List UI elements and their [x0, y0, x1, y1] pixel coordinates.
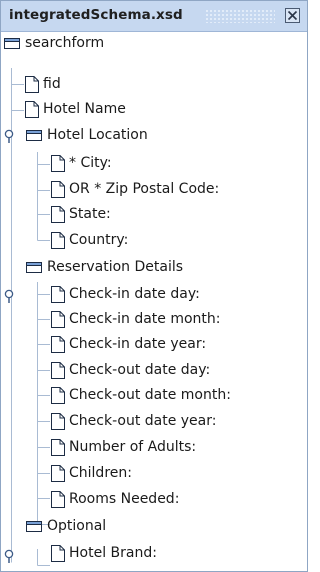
- tree-node-label: OR * Zip Postal Code:: [69, 181, 220, 197]
- file-icon: [51, 205, 65, 223]
- tree-node-state[interactable]: State:: [51, 202, 111, 226]
- tree-node-label: Check-in date year:: [69, 336, 207, 352]
- tree-node-label: Rooms Needed:: [69, 491, 180, 507]
- file-icon: [51, 490, 65, 508]
- folder-icon: [26, 262, 42, 273]
- tree-node-checkin-year[interactable]: Check-in date year:: [51, 332, 206, 356]
- schema-tree-window: integratedSchema.xsd searchform fid Hote…: [0, 0, 308, 572]
- expanded-handle-icon[interactable]: [3, 549, 19, 565]
- folder-icon: [4, 38, 20, 49]
- title-bar[interactable]: integratedSchema.xsd: [1, 1, 307, 32]
- tree-node-label: Check-in date month:: [69, 311, 221, 327]
- tree-node-optional[interactable]: Optional: [26, 514, 106, 538]
- tree-node-checkout-month[interactable]: Check-out date month:: [51, 383, 231, 407]
- file-icon: [51, 154, 65, 172]
- tree-node-label: Check-out date day:: [69, 362, 211, 378]
- file-icon: [51, 386, 65, 404]
- tree-node-hotel-location[interactable]: Hotel Location: [26, 123, 148, 147]
- file-icon: [25, 100, 39, 118]
- close-button[interactable]: [285, 8, 300, 23]
- tree-node-checkin-month[interactable]: Check-in date month:: [51, 307, 221, 331]
- tree-node-label: Check-out date month:: [69, 387, 231, 403]
- file-icon: [51, 544, 65, 562]
- tree-node-checkout-day[interactable]: Check-out date day:: [51, 358, 210, 382]
- tree-node-zip-postal-code[interactable]: OR * Zip Postal Code:: [51, 177, 219, 201]
- folder-icon: [26, 521, 42, 532]
- tree-node-label: Country:: [69, 232, 129, 248]
- tree-node-label: Hotel Brand:: [69, 545, 157, 561]
- drag-grip[interactable]: [205, 9, 275, 23]
- tree-node-label: Check-in date day:: [69, 286, 200, 302]
- tree-node-fid[interactable]: fid: [25, 72, 61, 96]
- tree-node-root[interactable]: searchform: [4, 31, 104, 55]
- tree-node-checkout-year[interactable]: Check-out date year:: [51, 409, 216, 433]
- file-icon: [51, 310, 65, 328]
- window-title: integratedSchema.xsd: [9, 7, 183, 23]
- schema-tree: searchform fid Hotel Name Hotel Location…: [1, 31, 307, 571]
- tree-node-label: * City:: [69, 155, 112, 171]
- file-icon: [51, 438, 65, 456]
- file-icon: [51, 361, 65, 379]
- file-icon: [51, 335, 65, 353]
- file-icon: [51, 412, 65, 430]
- tree-node-label: fid: [43, 76, 61, 92]
- tree-node-label: Children:: [69, 465, 132, 481]
- tree-node-label: Hotel Location: [47, 127, 148, 143]
- tree-node-label: Hotel Name: [43, 101, 126, 117]
- tree-node-label: Optional: [47, 518, 107, 534]
- tree-node-number-of-adults[interactable]: Number of Adults:: [51, 435, 196, 459]
- tree-node-label: State:: [69, 206, 111, 222]
- tree-node-label: searchform: [25, 35, 105, 51]
- expanded-handle-icon[interactable]: [3, 129, 19, 145]
- file-icon: [25, 75, 39, 93]
- file-icon: [51, 285, 65, 303]
- tree-node-label: Check-out date year:: [69, 413, 217, 429]
- tree-node-city[interactable]: * City:: [51, 151, 112, 175]
- file-icon: [51, 231, 65, 249]
- tree-node-hotel-name[interactable]: Hotel Name: [25, 97, 126, 121]
- tree-node-label: Number of Adults:: [69, 439, 197, 455]
- expanded-handle-icon[interactable]: [3, 289, 19, 305]
- tree-node-checkin-day[interactable]: Check-in date day:: [51, 282, 200, 306]
- tree-node-rooms-needed[interactable]: Rooms Needed:: [51, 487, 179, 511]
- file-icon: [51, 464, 65, 482]
- tree-node-hotel-brand[interactable]: Hotel Brand:: [51, 541, 157, 565]
- close-icon: [287, 10, 298, 21]
- tree-node-country[interactable]: Country:: [51, 228, 128, 252]
- tree-node-label: Reservation Details: [47, 259, 184, 275]
- file-icon: [51, 180, 65, 198]
- tree-node-children[interactable]: Children:: [51, 461, 132, 485]
- folder-icon: [26, 130, 42, 141]
- tree-node-reservation-details[interactable]: Reservation Details: [26, 255, 183, 279]
